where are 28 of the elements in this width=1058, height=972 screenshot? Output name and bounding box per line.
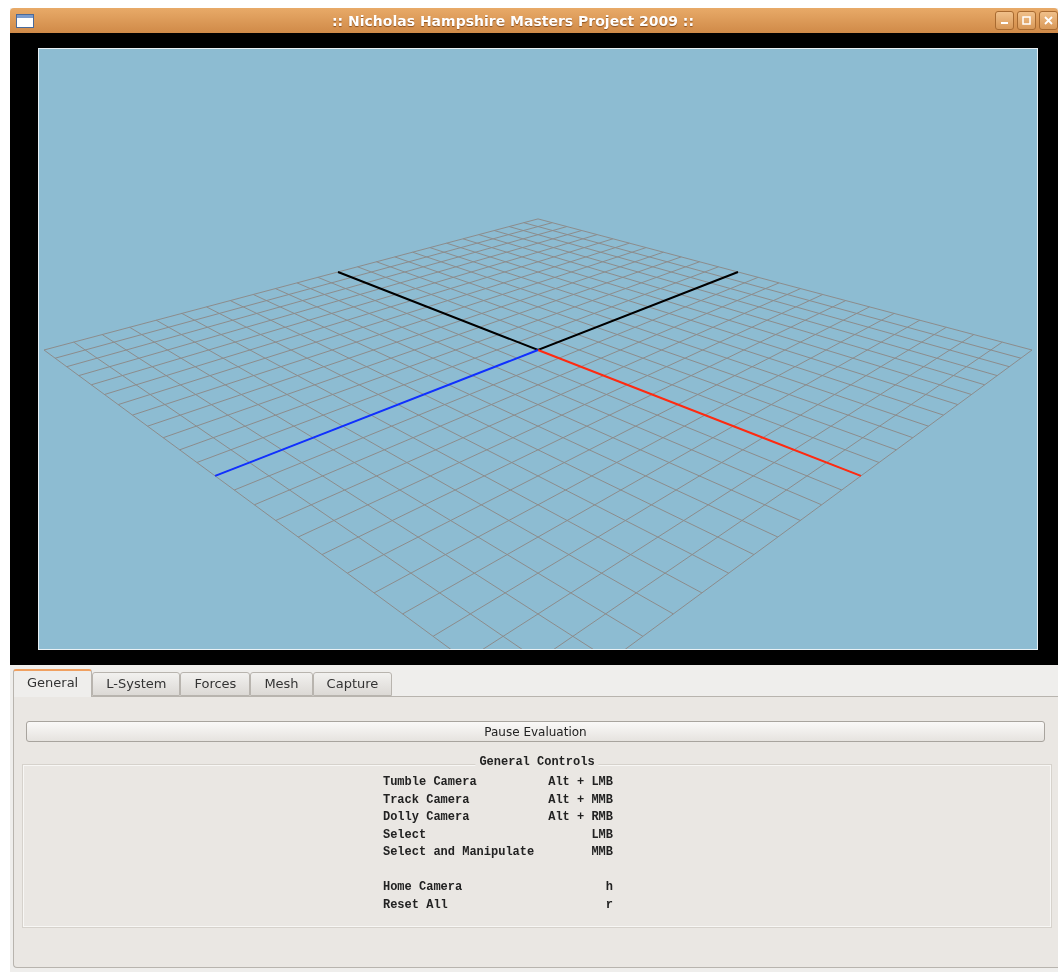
action-label: Track Camera xyxy=(382,792,471,808)
shortcut-label: MMB xyxy=(590,845,613,861)
close-button[interactable] xyxy=(1039,11,1058,30)
shortcut-label: Alt + MMB xyxy=(548,792,613,808)
group-title: General Controls xyxy=(475,755,599,769)
shortcut-label: r xyxy=(604,897,613,913)
shortcut-label: Alt + RMB xyxy=(548,810,613,826)
shortcut-label: LMB xyxy=(590,827,613,843)
window-icon xyxy=(16,13,34,28)
maximize-button[interactable] xyxy=(1017,11,1036,30)
action-label: Reset All xyxy=(382,897,449,913)
action-label: Home Camera xyxy=(382,880,464,896)
window-title: :: Nicholas Hampshire Masters Project 2009 :: xyxy=(330,12,696,29)
action-label: Tumble Camera xyxy=(382,775,478,791)
minimize-button[interactable] xyxy=(995,11,1014,30)
action-label: Select and Manipulate xyxy=(382,845,535,861)
action-label: Dolly Camera xyxy=(382,810,471,826)
tab[interactable]: Capture xyxy=(312,672,393,696)
tab[interactable]: Forces xyxy=(180,672,251,696)
pause-button[interactable]: Pause Evaluation xyxy=(26,721,1045,742)
tab[interactable]: General xyxy=(13,669,93,697)
shortcut-label: Alt + LMB xyxy=(548,775,613,791)
tab[interactable]: Mesh xyxy=(250,672,313,696)
tab[interactable]: L-System xyxy=(92,672,181,696)
action-label: Select xyxy=(382,827,428,843)
close-icon xyxy=(1044,16,1053,25)
maximize-icon xyxy=(1022,16,1031,25)
shortcut-label: h xyxy=(604,880,613,896)
